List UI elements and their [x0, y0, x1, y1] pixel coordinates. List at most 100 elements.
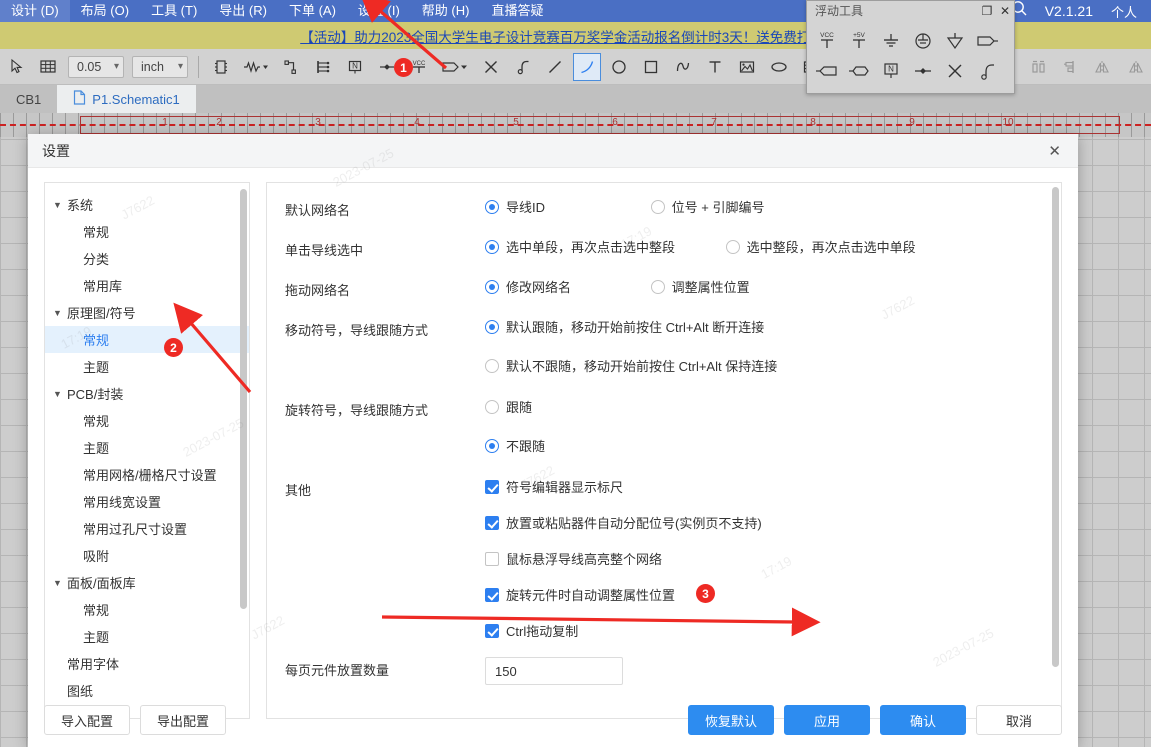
settings-dialog[interactable]: 设置 ✕ ▼ 系统 常规 分类 常用库 ▼ 原理图/符号 常规 主题 ▼ PCB/封装… [28, 134, 1078, 747]
radio-option-adjust-attr-position[interactable]: 调整属性位置 [650, 277, 750, 296]
junction-icon[interactable] [907, 56, 939, 86]
tree-item-pcb-theme[interactable]: 主题 [45, 434, 249, 461]
menu-live-qa[interactable]: 直播答疑 [480, 0, 554, 22]
circle-icon[interactable] [605, 53, 633, 81]
grid-icon[interactable] [34, 53, 62, 81]
radio-option-wire-id[interactable]: 导线ID [485, 197, 625, 216]
pin-icon[interactable] [971, 56, 1003, 86]
menu-design[interactable]: 设计 (D) [0, 0, 70, 22]
import-config-button[interactable]: 导入配置 [44, 705, 131, 735]
cursor-icon[interactable] [2, 53, 30, 81]
checkbox-auto-assign-designator[interactable]: 放置或粘贴器件自动分配位号(实例页不支持) [485, 513, 1039, 532]
restore-defaults-button[interactable]: 恢复默认 [687, 705, 774, 735]
wire-icon[interactable] [277, 53, 305, 81]
line-icon[interactable] [541, 53, 569, 81]
tree-group-schematic-symbol[interactable]: ▼ 原理图/符号 [45, 299, 249, 326]
user-account-label[interactable]: 个人 [1103, 2, 1145, 21]
port-right-icon[interactable] [971, 26, 1003, 56]
plus5v-icon[interactable]: +5V [843, 26, 875, 56]
restore-icon[interactable]: ❐ [978, 4, 996, 18]
no-connect-icon[interactable] [477, 53, 505, 81]
radio-option-select-whole-first[interactable]: 选中整段，再次点击选中单段 [725, 237, 916, 256]
tree-item-panel-theme[interactable]: 主题 [45, 623, 249, 650]
close-icon[interactable]: ✕ [996, 4, 1014, 18]
tree-item-grid-size[interactable]: 常用网格/栅格尺寸设置 [45, 461, 249, 488]
netflag-icon[interactable] [843, 56, 875, 86]
tree-item-via-size[interactable]: 常用过孔尺寸设置 [45, 515, 249, 542]
tree-group-pcb-footprint[interactable]: ▼ PCB/封装 [45, 380, 249, 407]
vcc-icon[interactable]: VCC [811, 26, 843, 56]
tree-item-schematic-theme[interactable]: 主题 [45, 353, 249, 380]
radio-option-select-segment-first[interactable]: 选中单段，再次点击选中整段 [485, 237, 700, 256]
setting-controls: 修改网络名 调整属性位置 [485, 277, 1039, 296]
image-icon[interactable] [733, 53, 761, 81]
content-scrollbar[interactable] [1052, 187, 1059, 667]
tree-item-schematic-general[interactable]: 常规 [45, 326, 249, 353]
netlabel-n-icon[interactable]: N [875, 56, 907, 86]
flip-h-icon[interactable] [1089, 53, 1117, 81]
settings-dialog-footer: 导入配置 导出配置 恢复默认 应用 确认 取消 [28, 693, 1078, 747]
tree-item-system-category[interactable]: 分类 [45, 245, 249, 272]
bus-icon[interactable] [309, 53, 337, 81]
menu-export[interactable]: 导出 (R) [208, 0, 278, 22]
port-left-icon[interactable] [811, 56, 843, 86]
radio-option-modify-net-name[interactable]: 修改网络名 [485, 277, 625, 296]
ground-icon[interactable] [875, 26, 907, 56]
spline-icon[interactable] [669, 53, 697, 81]
tab-p1-schematic1[interactable]: P1.Schematic1 [57, 85, 196, 113]
resistor-icon[interactable] [239, 53, 273, 81]
radio-option-designator-pin[interactable]: 位号 + 引脚编号 [650, 197, 764, 216]
component-icon[interactable] [207, 53, 235, 81]
checkbox-auto-adjust-attr-on-rotate[interactable]: 旋转元件时自动调整属性位置 [485, 585, 1039, 604]
tree-item-system-common-lib[interactable]: 常用库 [45, 272, 249, 299]
floating-tool-palette[interactable]: 浮动工具 ❐ ✕ VCC +5V N [806, 0, 1015, 94]
radio-option-no-follow[interactable]: 不跟随 [485, 436, 1039, 455]
netlabel-n-icon[interactable]: N [341, 53, 369, 81]
rectangle-icon[interactable] [637, 53, 665, 81]
cancel-button[interactable]: 取消 [976, 705, 1062, 735]
tree-item-snap[interactable]: 吸附 [45, 542, 249, 569]
checkbox-ctrl-drag-copy[interactable]: Ctrl拖动复制 [485, 621, 1039, 640]
tree-group-system[interactable]: ▼ 系统 [45, 191, 249, 218]
menu-settings[interactable]: 设置 (I) [347, 0, 411, 22]
menu-order[interactable]: 下单 (A) [278, 0, 347, 22]
flip-v-icon[interactable] [1121, 53, 1149, 81]
grid-size-select[interactable]: 0.05 ▾ [68, 55, 124, 78]
menu-tools[interactable]: 工具 (T) [140, 0, 208, 22]
ellipse-icon[interactable] [765, 53, 793, 81]
checkbox-hover-highlight-net[interactable]: 鼠标悬浮导线高亮整个网络 [485, 549, 1039, 568]
tree-scrollbar[interactable] [240, 189, 247, 609]
checkbox-symbol-editor-ruler[interactable]: 符号编辑器显示标尺 [485, 477, 1039, 496]
no-connect-icon[interactable] [939, 56, 971, 86]
unit-select[interactable]: inch ▾ [132, 55, 188, 78]
tree-item-common-font[interactable]: 常用字体 [45, 650, 249, 677]
export-config-button[interactable]: 导出配置 [140, 705, 227, 735]
distribute-icon[interactable] [1057, 53, 1085, 81]
radio-option-no-follow-default[interactable]: 默认不跟随，移动开始前按住 Ctrl+Alt 保持连接 [485, 356, 1039, 375]
apply-button[interactable]: 应用 [784, 705, 870, 735]
menu-help[interactable]: 帮助 (H) [411, 0, 481, 22]
text-icon[interactable] [701, 53, 729, 81]
tree-item-system-general[interactable]: 常规 [45, 218, 249, 245]
confirm-button[interactable]: 确认 [880, 705, 966, 735]
earth-icon[interactable] [907, 26, 939, 56]
tree-item-line-width[interactable]: 常用线宽设置 [45, 488, 249, 515]
ruler-mark: 1 [162, 117, 168, 128]
tab-pcb1[interactable]: CB1 [0, 85, 57, 113]
tree-item-pcb-general[interactable]: 常规 [45, 407, 249, 434]
close-icon[interactable]: ✕ [1045, 142, 1064, 160]
radio-option-follow-default[interactable]: 默认跟随，移动开始前按住 Ctrl+Alt 断开连接 [485, 317, 1039, 336]
port-icon[interactable] [437, 53, 473, 81]
settings-category-tree[interactable]: ▼ 系统 常规 分类 常用库 ▼ 原理图/符号 常规 主题 ▼ PCB/封装 常规 主… [44, 182, 250, 719]
promo-banner-link[interactable]: 【活动】助力2023全国大学生电子设计竞赛百万奖学金活动报名倒计时3天！送免费打… [300, 26, 851, 46]
menu-layout[interactable]: 布局 (O) [70, 0, 140, 22]
align-icon[interactable] [1025, 53, 1053, 81]
tree-group-panel-library[interactable]: ▼ 面板/面板库 [45, 569, 249, 596]
arc-icon[interactable] [573, 52, 601, 81]
tree-item-panel-general[interactable]: 常规 [45, 596, 249, 623]
components-per-page-input[interactable]: 150 [485, 657, 623, 685]
floating-palette-titlebar[interactable]: 浮动工具 ❐ ✕ [807, 1, 1014, 20]
gnd-arrow-icon[interactable] [939, 26, 971, 56]
pin-icon[interactable] [509, 53, 537, 81]
radio-option-follow[interactable]: 跟随 [485, 397, 1039, 416]
